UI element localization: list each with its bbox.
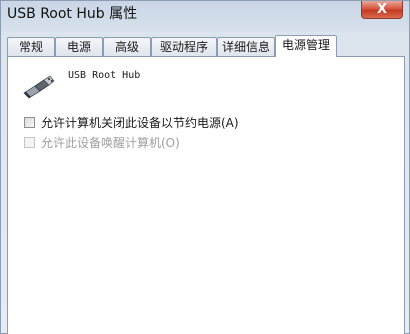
- close-button[interactable]: X: [361, 1, 403, 19]
- close-icon: X: [376, 2, 388, 17]
- usb-plug-icon: [22, 71, 56, 101]
- tab-label: 详细信息: [221, 40, 270, 54]
- allow-wake-checkbox: [24, 137, 35, 148]
- tab-power-management[interactable]: 电源管理: [275, 35, 337, 57]
- tab-driver[interactable]: 驱动程序: [151, 37, 217, 56]
- properties-window: USB Root Hub 属性 X 常规 电源 高级 驱动程序 详细信息 电源管…: [0, 0, 410, 334]
- allow-power-off-checkbox[interactable]: [24, 117, 35, 128]
- tab-strip: 常规 电源 高级 驱动程序 详细信息 电源管理: [7, 35, 405, 57]
- tab-general[interactable]: 常规: [7, 37, 55, 56]
- tab-label: 常规: [18, 40, 43, 54]
- tab-advanced[interactable]: 高级: [103, 37, 151, 56]
- allow-wake-label: 允许此设备唤醒计算机(O): [41, 136, 180, 150]
- allow-power-off-label[interactable]: 允许计算机关闭此设备以节约电源(A): [41, 115, 239, 131]
- power-management-panel: USB Root Hub 允许计算机关闭此设备以节约电源(A) 允许此设备唤醒计…: [7, 56, 405, 334]
- tab-label: 驱动程序: [159, 40, 208, 54]
- tab-label: 高级: [114, 40, 139, 54]
- tab-label: 电源管理: [281, 38, 330, 52]
- title-bar[interactable]: USB Root Hub 属性 X: [1, 1, 409, 29]
- window-title: USB Root Hub 属性: [7, 6, 138, 22]
- tab-details[interactable]: 详细信息: [217, 37, 275, 56]
- tab-power[interactable]: 电源: [55, 37, 103, 56]
- device-name: USB Root Hub: [68, 70, 141, 81]
- tab-label: 电源: [66, 40, 91, 54]
